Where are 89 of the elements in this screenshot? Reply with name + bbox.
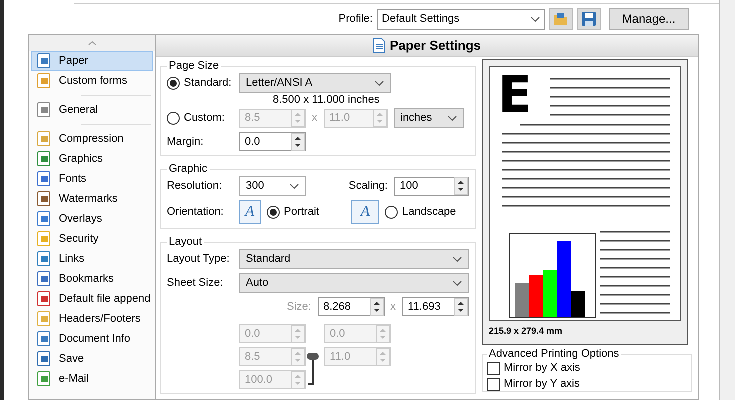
- manage-button[interactable]: Manage...: [609, 8, 689, 30]
- times-sign: x: [312, 111, 318, 125]
- profile-label: Profile:: [338, 12, 373, 26]
- item-icon: [36, 211, 52, 227]
- item-icon: [36, 151, 52, 167]
- group-title: Graphic: [168, 162, 209, 176]
- times-sign: x: [390, 300, 396, 314]
- checkbox[interactable]: [487, 362, 500, 374]
- checkbox-label: Mirror by Y axis: [504, 377, 580, 391]
- dropdown[interactable]: Letter/ANSI A: [239, 73, 391, 93]
- sidebar-item[interactable]: Security: [31, 229, 153, 249]
- dropdown[interactable]: Standard: [239, 249, 469, 269]
- preview-letter: E: [498, 75, 532, 115]
- chevron-down-icon: [531, 16, 540, 22]
- sidebar-item[interactable]: Paper: [31, 51, 153, 71]
- profile-dropdown[interactable]: Default Settings: [377, 8, 545, 30]
- radio-label: Custom:: [184, 111, 225, 125]
- sidebar-item[interactable]: Compression: [31, 129, 153, 149]
- group-title: Page Size: [168, 59, 220, 73]
- item-icon: [36, 331, 52, 347]
- panel-title: Paper Settings: [390, 38, 482, 52]
- radio-button[interactable]: [167, 112, 180, 124]
- item-icon: [36, 102, 52, 118]
- item-icon: [36, 311, 52, 327]
- radio-button[interactable]: [385, 206, 398, 218]
- field-label: Sheet Size:: [167, 276, 224, 290]
- number-spinner[interactable]: 0.0: [239, 132, 306, 151]
- spin-arrows-icon[interactable]: [370, 298, 384, 316]
- spin-arrows-icon[interactable]: [291, 132, 305, 150]
- radio-button[interactable]: [167, 76, 180, 90]
- radio-label: Standard:: [184, 76, 232, 90]
- radio-label: Portrait: [284, 205, 320, 219]
- item-icon: [36, 231, 52, 247]
- checkbox-label: Mirror by X axis: [504, 361, 580, 375]
- sidebar-item[interactable]: Graphics: [31, 149, 153, 169]
- sidebar-item[interactable]: Fonts: [31, 169, 153, 189]
- field-label: Size:: [287, 300, 312, 314]
- field-label: Resolution:: [167, 179, 224, 193]
- number-spinner[interactable]: 100: [394, 176, 469, 196]
- item-icon: [36, 351, 52, 367]
- sidebar-item[interactable]: Headers/Footers: [31, 309, 153, 329]
- item-icon: [36, 271, 52, 287]
- landscape-page-icon: A: [351, 200, 380, 224]
- radio-label: Landscape: [402, 205, 456, 219]
- chevron-down-icon: [453, 256, 462, 262]
- number-spinner[interactable]: 11.693: [402, 297, 469, 316]
- chevron-down-icon: [448, 116, 456, 120]
- item-icon: [36, 73, 52, 89]
- open-folder-icon[interactable]: [549, 8, 573, 30]
- chevron-down-icon: [375, 80, 384, 86]
- chevron-down-icon: [290, 184, 299, 188]
- sidebar-item[interactable]: Custom forms: [31, 71, 153, 91]
- sidebar-item[interactable]: Watermarks: [31, 189, 153, 209]
- spin-arrows-icon[interactable]: [454, 177, 468, 195]
- item-icon: [36, 291, 52, 307]
- portrait-page-icon: A: [239, 200, 261, 224]
- dropdown[interactable]: inches: [394, 108, 464, 128]
- group-title: Layout: [168, 235, 204, 249]
- dropdown[interactable]: Auto: [239, 273, 469, 293]
- sidebar-item[interactable]: Save: [31, 349, 153, 369]
- page-icon: [372, 38, 386, 54]
- group-title: Advanced Printing Options: [488, 347, 620, 361]
- field-label: Orientation:: [167, 205, 225, 219]
- sidebar-item[interactable]: Overlays: [31, 209, 153, 229]
- sidebar-item[interactable]: Bookmarks: [31, 269, 153, 289]
- field-label: Layout Type:: [167, 252, 231, 266]
- field-label: Scaling:: [348, 179, 388, 193]
- spin-arrows-icon[interactable]: [454, 298, 468, 316]
- sidebar-item[interactable]: Default file append: [31, 289, 153, 309]
- radio-button[interactable]: [267, 206, 280, 218]
- chain-link-icon[interactable]: [306, 353, 320, 387]
- item-icon: [36, 131, 52, 147]
- save-icon[interactable]: [577, 8, 601, 30]
- sidebar-item[interactable]: e-Mail: [31, 369, 153, 389]
- sidebar-item[interactable]: Document Info: [31, 329, 153, 349]
- item-icon: [36, 371, 52, 387]
- chevron-down-icon: [453, 280, 462, 286]
- checkbox[interactable]: [487, 378, 500, 390]
- field-label: Margin:: [167, 134, 205, 148]
- item-icon: [36, 171, 52, 187]
- dropdown[interactable]: 300: [239, 176, 306, 196]
- dimensions-text: 8.500 x 11.000 inches: [272, 93, 381, 107]
- item-icon: [36, 191, 52, 207]
- item-icon: [36, 53, 52, 69]
- sidebar-item[interactable]: Links: [31, 249, 153, 269]
- number-spinner[interactable]: 8.268: [318, 297, 384, 316]
- paper-size-caption: 215.9 x 279.4 mm: [489, 325, 564, 338]
- item-icon: [36, 251, 52, 267]
- sidebar-item[interactable]: General: [31, 100, 153, 120]
